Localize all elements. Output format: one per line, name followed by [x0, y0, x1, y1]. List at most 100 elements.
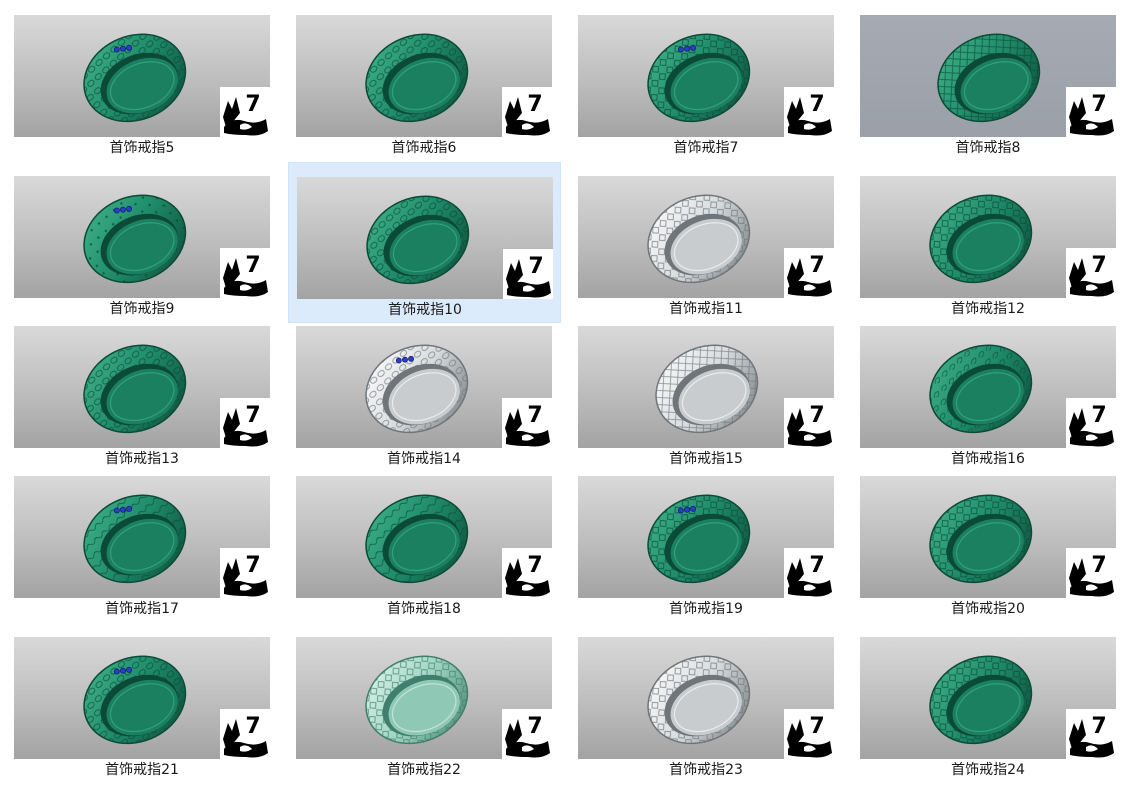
thumbnail-item[interactable]: 7 首饰戒指12: [860, 176, 1116, 319]
thumbnail-label: 首饰戒指22: [387, 762, 461, 778]
svg-text:7: 7: [1091, 253, 1106, 278]
svg-text:7: 7: [527, 714, 542, 739]
rhino-logo-icon: 7: [220, 548, 270, 598]
rhino-logo-icon: 7: [220, 398, 270, 448]
thumbnail-label: 首饰戒指17: [105, 601, 179, 617]
rhino-logo-icon: 7: [502, 87, 552, 137]
thumbnail-grid: 7 首饰戒指5 7 首饰戒指6 7 首饰戒指7 7 首饰戒指8 7 首饰戒指9 7 首饰戒指10 7 首饰…: [0, 0, 1135, 795]
ring-thumbnail: 7: [14, 326, 270, 448]
ring-thumbnail: 7: [860, 15, 1116, 137]
thumbnail-item[interactable]: 7 首饰戒指5: [14, 15, 270, 158]
rhino-logo-icon: 7: [784, 398, 834, 448]
rhino-logo-icon: 7: [1066, 398, 1116, 448]
svg-text:7: 7: [809, 714, 824, 739]
thumbnail-label: 首饰戒指8: [955, 140, 1021, 156]
svg-text:7: 7: [245, 714, 260, 739]
rhino-logo-icon: 7: [784, 548, 834, 598]
svg-text:7: 7: [245, 92, 260, 117]
thumbnail-label: 首饰戒指18: [387, 601, 461, 617]
rhino-logo-icon: 7: [220, 248, 270, 298]
ring-thumbnail: 7: [860, 176, 1116, 298]
thumbnail-item[interactable]: 7 首饰戒指19: [578, 476, 834, 619]
thumbnail-label: 首饰戒指16: [951, 451, 1025, 467]
thumbnail-label: 首饰戒指7: [673, 140, 739, 156]
rhino-logo-icon: 7: [502, 398, 552, 448]
rhino-logo-icon: 7: [1066, 548, 1116, 598]
ring-thumbnail: 7: [296, 326, 552, 448]
svg-text:7: 7: [809, 92, 824, 117]
thumbnail-label: 首饰戒指14: [387, 451, 461, 467]
thumbnail-item[interactable]: 7 首饰戒指24: [860, 637, 1116, 780]
thumbnail-label: 首饰戒指19: [669, 601, 743, 617]
thumbnail-label: 首饰戒指21: [105, 762, 179, 778]
ring-thumbnail: 7: [14, 176, 270, 298]
ring-thumbnail: 7: [296, 15, 552, 137]
svg-text:7: 7: [527, 553, 542, 578]
rhino-logo-icon: 7: [502, 709, 552, 759]
thumbnail-label: 首饰戒指9: [109, 301, 175, 317]
thumbnail-item[interactable]: 7 首饰戒指15: [578, 326, 834, 469]
rhino-logo-icon: 7: [502, 548, 552, 598]
svg-text:7: 7: [245, 253, 260, 278]
ring-thumbnail: 7: [860, 637, 1116, 759]
thumbnail-label: 首饰戒指13: [105, 451, 179, 467]
thumbnail-label: 首饰戒指6: [391, 140, 457, 156]
svg-text:7: 7: [809, 553, 824, 578]
thumbnail-label: 首饰戒指5: [109, 140, 175, 156]
ring-thumbnail: 7: [578, 176, 834, 298]
thumbnail-label: 首饰戒指23: [669, 762, 743, 778]
ring-thumbnail: 7: [578, 15, 834, 137]
svg-text:7: 7: [1091, 92, 1106, 117]
thumbnail-item[interactable]: 7 首饰戒指16: [860, 326, 1116, 469]
svg-text:7: 7: [245, 553, 260, 578]
thumbnail-item[interactable]: 7 首饰戒指9: [14, 176, 270, 319]
thumbnail-label: 首饰戒指11: [669, 301, 743, 317]
rhino-logo-icon: 7: [784, 709, 834, 759]
ring-thumbnail: 7: [296, 637, 552, 759]
thumbnail-item[interactable]: 7 首饰戒指20: [860, 476, 1116, 619]
rhino-logo-icon: 7: [784, 87, 834, 137]
svg-text:7: 7: [245, 403, 260, 428]
rhino-logo-icon: 7: [1066, 87, 1116, 137]
thumbnail-label: 首饰戒指20: [951, 601, 1025, 617]
thumbnail-item[interactable]: 7 首饰戒指18: [296, 476, 552, 619]
thumbnail-label: 首饰戒指12: [951, 301, 1025, 317]
ring-thumbnail: 7: [578, 476, 834, 598]
thumbnail-item[interactable]: 7 首饰戒指6: [296, 15, 552, 158]
ring-thumbnail: 7: [14, 476, 270, 598]
rhino-logo-icon: 7: [784, 248, 834, 298]
svg-text:7: 7: [527, 92, 542, 117]
thumbnail-item[interactable]: 7 首饰戒指8: [860, 15, 1116, 158]
svg-text:7: 7: [1091, 553, 1106, 578]
ring-thumbnail: 7: [14, 637, 270, 759]
svg-text:7: 7: [809, 253, 824, 278]
thumbnail-label: 首饰戒指24: [951, 762, 1025, 778]
ring-thumbnail: 7: [14, 15, 270, 137]
ring-thumbnail: 7: [860, 326, 1116, 448]
thumbnail-item[interactable]: 7 首饰戒指10: [288, 162, 561, 323]
thumbnail-label: 首饰戒指15: [669, 451, 743, 467]
ring-thumbnail: 7: [578, 326, 834, 448]
thumbnail-item[interactable]: 7 首饰戒指11: [578, 176, 834, 319]
thumbnail-item[interactable]: 7 首饰戒指14: [296, 326, 552, 469]
svg-text:7: 7: [527, 403, 542, 428]
thumbnail-item[interactable]: 7 首饰戒指13: [14, 326, 270, 469]
svg-text:7: 7: [1091, 403, 1106, 428]
thumbnail-item[interactable]: 7 首饰戒指7: [578, 15, 834, 158]
rhino-logo-icon: 7: [503, 249, 553, 299]
thumbnail-item[interactable]: 7 首饰戒指22: [296, 637, 552, 780]
thumbnail-item[interactable]: 7 首饰戒指21: [14, 637, 270, 780]
thumbnail-item[interactable]: 7 首饰戒指17: [14, 476, 270, 619]
rhino-logo-icon: 7: [1066, 248, 1116, 298]
svg-text:7: 7: [528, 254, 543, 279]
rhino-logo-icon: 7: [220, 709, 270, 759]
rhino-logo-icon: 7: [220, 87, 270, 137]
svg-text:7: 7: [809, 403, 824, 428]
ring-thumbnail: 7: [860, 476, 1116, 598]
thumbnail-label: 首饰戒指10: [388, 302, 462, 318]
rhino-logo-icon: 7: [1066, 709, 1116, 759]
ring-thumbnail: 7: [297, 177, 553, 299]
thumbnail-item[interactable]: 7 首饰戒指23: [578, 637, 834, 780]
svg-text:7: 7: [1091, 714, 1106, 739]
ring-thumbnail: 7: [578, 637, 834, 759]
